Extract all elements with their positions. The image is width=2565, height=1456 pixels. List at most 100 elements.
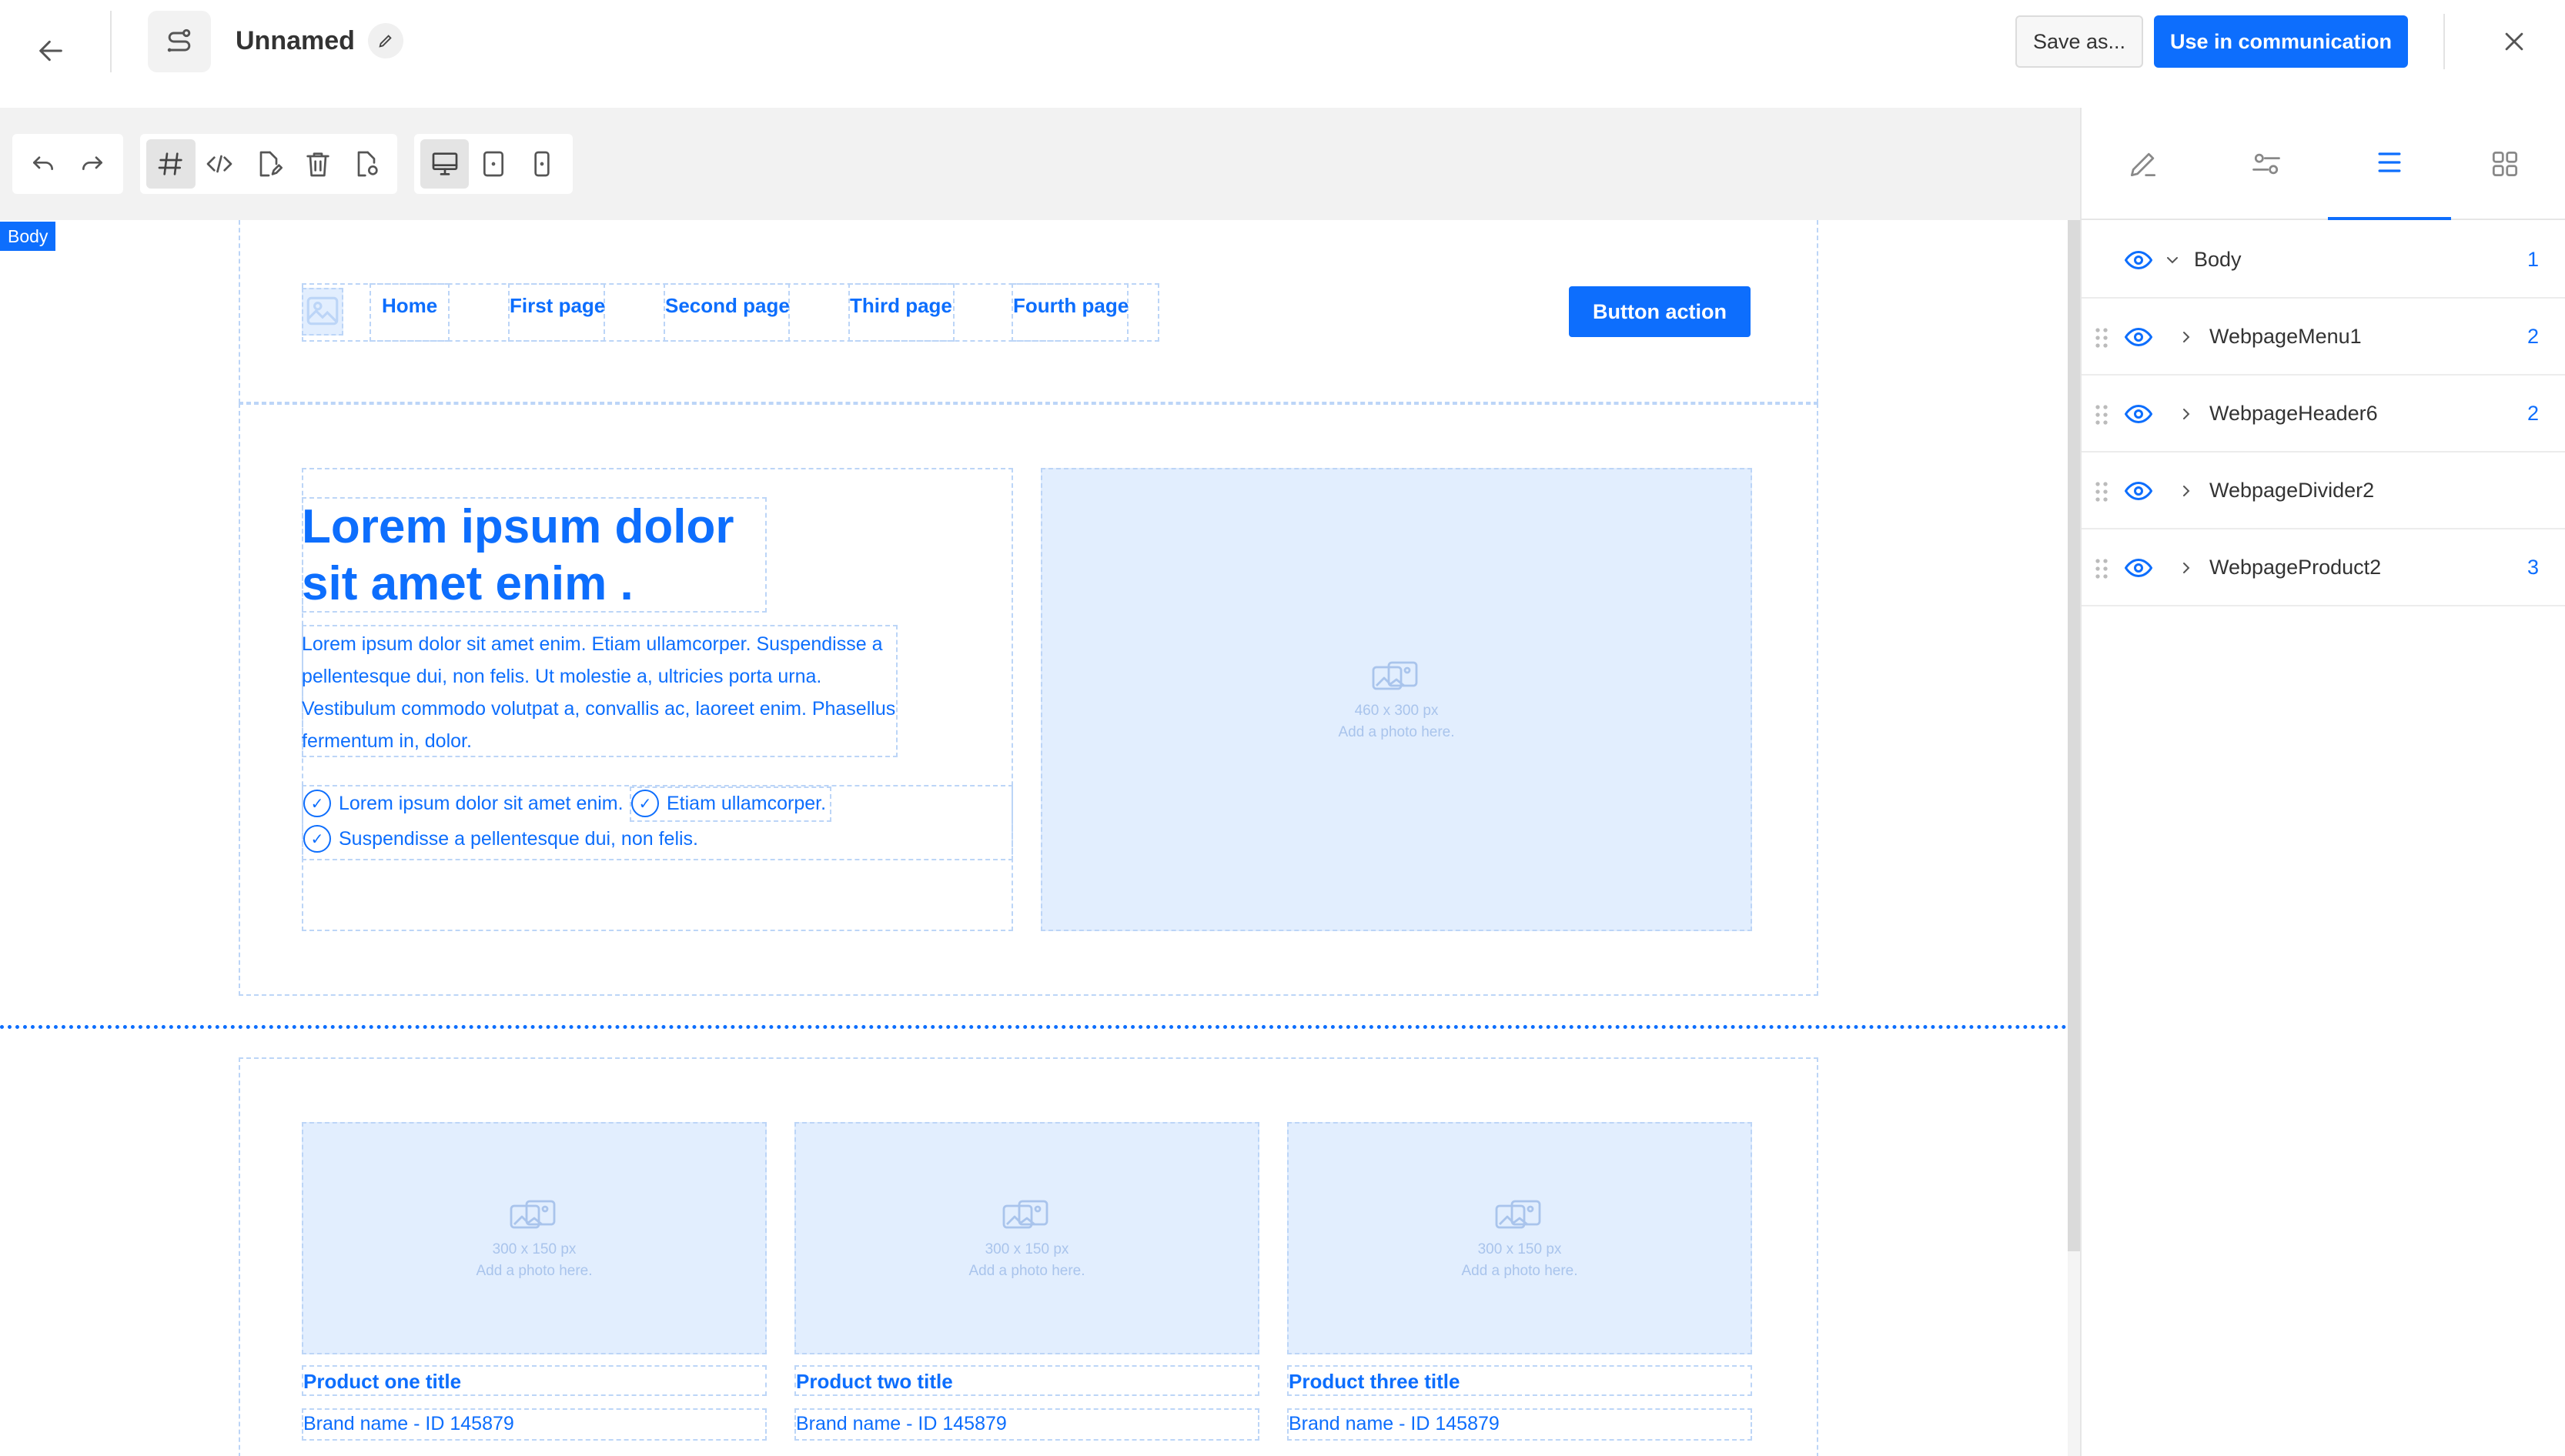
drag-handle-icon[interactable] (2092, 403, 2111, 426)
check-item[interactable]: ✓ Suspendisse a pellentesque dui, non fe… (303, 825, 698, 853)
mobile-icon (534, 151, 550, 177)
save-as-button[interactable]: Save as... (2015, 15, 2143, 68)
menu-link-third-page[interactable]: Third page (850, 294, 952, 318)
eye-icon[interactable] (2123, 323, 2154, 351)
desktop-icon (432, 152, 457, 175)
eye-icon[interactable] (2123, 400, 2154, 428)
eye-icon[interactable] (2123, 554, 2154, 582)
show-structure-button[interactable] (146, 139, 196, 189)
hero-image-placeholder[interactable]: 460 x 300 px Add a photo here. (1041, 468, 1752, 931)
edit-icon (2130, 152, 2156, 177)
divider (2443, 14, 2445, 69)
image-icon (306, 296, 339, 326)
history-group (12, 134, 123, 194)
eye-icon[interactable] (2123, 246, 2154, 274)
drag-handle-icon[interactable] (2092, 480, 2111, 503)
menu-link-first-page[interactable]: First page (510, 294, 605, 318)
editor-toolbar (0, 108, 2080, 220)
panel-tabs (2082, 108, 2565, 220)
desktop-view-button[interactable] (420, 139, 470, 189)
tab-settings[interactable] (2205, 108, 2328, 220)
settings-icon (2252, 153, 2280, 175)
check-item[interactable]: ✓ Lorem ipsum dolor sit amet enim. (303, 790, 624, 817)
product-brand[interactable]: Brand name - ID 145879 (303, 1413, 514, 1435)
divider (110, 11, 112, 72)
product-brand[interactable]: Brand name - ID 145879 (796, 1413, 1007, 1435)
product-image-placeholder[interactable]: 300 x 150 px Add a photo here. (794, 1122, 1259, 1354)
hero-paragraph[interactable]: Lorem ipsum dolor sit amet enim. Etiam u… (302, 628, 902, 757)
redo-button[interactable] (68, 139, 117, 189)
image-size-label: 300 x 150 px (985, 1241, 1069, 1257)
top-bar: Unnamed Save as... Use in communication (0, 0, 2565, 108)
image-size-label: 300 x 150 px (492, 1241, 577, 1257)
layer-row-webpage-menu[interactable]: WebpageMenu1 2 (2082, 299, 2565, 376)
edit-title-button[interactable] (368, 23, 403, 58)
check-item[interactable]: ✓ Etiam ullamcorper. (631, 790, 826, 817)
tablet-view-button[interactable] (469, 139, 517, 189)
canvas-scrollbar-thumb[interactable] (2068, 220, 2080, 1251)
menu-link-home[interactable]: Home (382, 294, 437, 318)
layer-row-webpage-divider[interactable]: WebpageDivider2 (2082, 452, 2565, 529)
photos-icon (1372, 661, 1418, 690)
tablet-icon (483, 151, 503, 177)
check-icon: ✓ (303, 790, 331, 817)
hero-title[interactable]: Lorem ipsum dolor sit amet enim . (302, 499, 764, 613)
product-brand[interactable]: Brand name - ID 145879 (1289, 1413, 1500, 1435)
layer-count: 2 (2527, 402, 2539, 425)
chevron-right-icon[interactable] (2172, 400, 2200, 428)
chevron-down-icon[interactable] (2159, 246, 2186, 274)
mobile-view-button[interactable] (518, 139, 567, 189)
check-item-label: Etiam ullamcorper. (667, 792, 827, 814)
menu-link-fourth-page[interactable]: Fourth page (1013, 294, 1129, 318)
file-search-icon (357, 151, 378, 177)
layer-name: Body (2194, 248, 2242, 271)
product-title[interactable]: Product three title (1289, 1370, 1460, 1394)
undo-icon (33, 156, 53, 170)
template-settings-button[interactable] (244, 139, 293, 189)
layer-name: WebpageMenu1 (2209, 325, 2362, 348)
tools-group (140, 134, 397, 194)
chevron-right-icon[interactable] (2172, 554, 2200, 582)
layers-icon (2378, 152, 2401, 172)
check-icon: ✓ (631, 790, 659, 817)
code-button[interactable] (196, 139, 245, 189)
layer-count: 2 (2527, 325, 2539, 348)
close-icon (2505, 32, 2523, 51)
device-group (414, 134, 573, 194)
hash-icon (158, 152, 182, 175)
code-icon (207, 155, 232, 173)
save-block-button[interactable] (342, 139, 391, 189)
check-item-label: Suspendisse a pellentesque dui, non feli… (339, 827, 698, 850)
menu-action-button[interactable]: Button action (1569, 286, 1751, 337)
layer-row-webpage-product[interactable]: WebpageProduct2 3 (2082, 529, 2565, 606)
layer-row-webpage-header[interactable]: WebpageHeader6 2 (2082, 376, 2565, 452)
tab-blocks[interactable] (2443, 108, 2565, 220)
product-title[interactable]: Product one title (303, 1370, 461, 1394)
tab-edit[interactable] (2082, 108, 2205, 220)
file-edit-icon (259, 151, 283, 177)
use-in-communication-button[interactable]: Use in communication (2154, 15, 2408, 68)
layer-name: WebpageDivider2 (2209, 479, 2375, 502)
photos-icon (510, 1200, 556, 1229)
logo-placeholder[interactable] (302, 288, 343, 336)
drag-handle-icon[interactable] (2092, 326, 2111, 349)
product-image-placeholder[interactable]: 300 x 150 px Add a photo here. (1287, 1122, 1752, 1354)
product-title[interactable]: Product two title (796, 1370, 953, 1394)
product-image-placeholder[interactable]: 300 x 150 px Add a photo here. (302, 1122, 767, 1354)
photos-icon (1002, 1200, 1048, 1229)
back-button[interactable] (23, 23, 79, 78)
chevron-right-icon[interactable] (2172, 477, 2200, 505)
image-size-label: 460 x 300 px (1354, 703, 1439, 719)
chevron-right-icon[interactable] (2172, 323, 2200, 351)
layer-name: WebpageHeader6 (2209, 402, 2378, 425)
menu-link-second-page[interactable]: Second page (665, 294, 790, 318)
divider-block[interactable] (0, 1025, 2068, 1029)
image-size-label: 300 x 150 px (1477, 1241, 1562, 1257)
eye-icon[interactable] (2123, 477, 2154, 505)
layer-row-body[interactable]: Body 1 (2082, 222, 2565, 299)
delete-button[interactable] (293, 139, 343, 189)
drag-handle-icon[interactable] (2092, 557, 2111, 580)
close-button[interactable] (2488, 15, 2540, 68)
undo-button[interactable] (18, 139, 68, 189)
tab-layers[interactable] (2328, 108, 2451, 220)
